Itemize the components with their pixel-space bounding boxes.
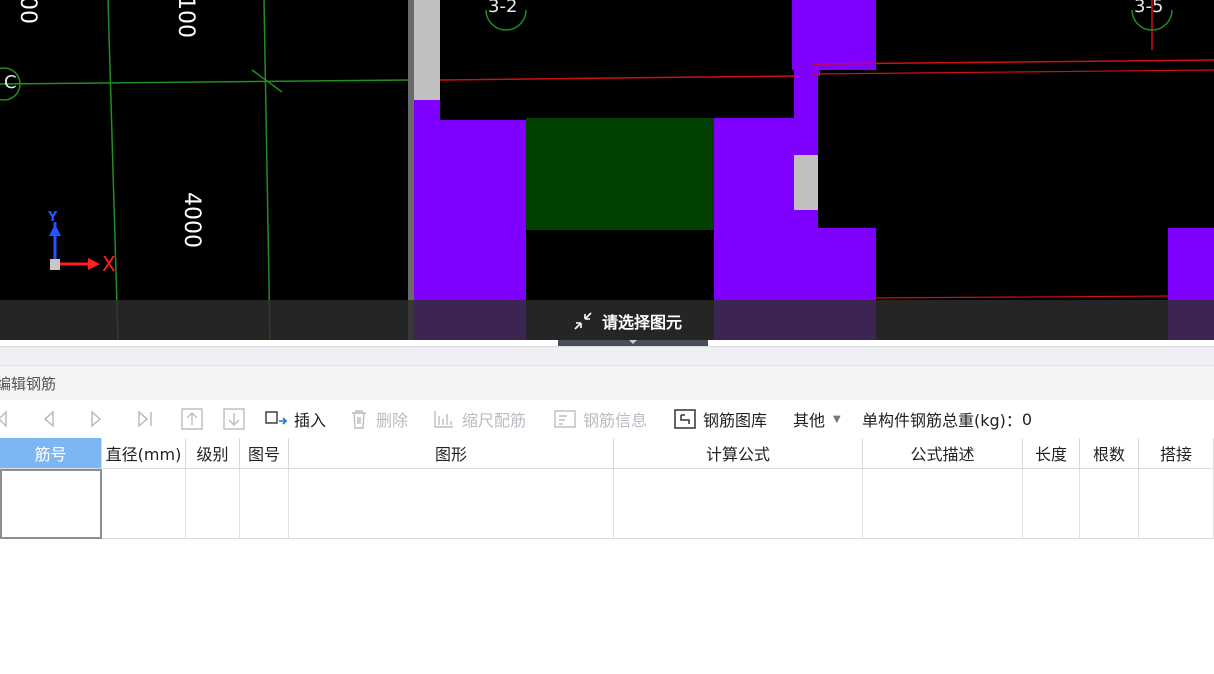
table-cell-shape[interactable]: [289, 469, 614, 539]
column-header-label: 计算公式: [705, 445, 770, 464]
rebar-info-label: 钢筋信息: [583, 411, 648, 430]
first-record-button[interactable]: [0, 400, 10, 438]
table-cell-formula-desc[interactable]: [863, 469, 1023, 539]
column-header-bar-no[interactable]: 筋号: [0, 438, 102, 469]
total-weight-label: 单构件钢筋总重(kg)：: [862, 411, 1022, 430]
cad-drawing: [0, 0, 1214, 340]
dimension-label-top: 100: [173, 0, 198, 38]
column-header-formula-desc[interactable]: 公式描述: [863, 438, 1023, 469]
trash-icon: [352, 410, 366, 429]
insert-icon: [265, 411, 288, 425]
dimension-label-span: 4000: [179, 192, 204, 248]
panel-title: 编辑钢筋: [0, 375, 57, 393]
other-label: 其他: [793, 411, 826, 430]
panel-divider: [0, 346, 1214, 365]
table-cell-diameter[interactable]: [102, 469, 186, 539]
column-header-formula[interactable]: 计算公式: [614, 438, 863, 469]
total-weight-readout: 单构件钢筋总重(kg)： 0: [862, 400, 1032, 438]
rebar-info-icon: [554, 410, 576, 428]
first-icon: [0, 410, 7, 428]
move-up-icon: [181, 408, 203, 430]
table-cell-bar-no[interactable]: [0, 469, 102, 539]
column-header-count[interactable]: 根数: [1080, 438, 1139, 469]
table-cell-formula[interactable]: [614, 469, 863, 539]
rebar-info-button[interactable]: 钢筋信息: [553, 400, 647, 438]
column-header-label: 图号: [247, 445, 280, 464]
next-icon: [91, 410, 102, 428]
table-cell-grade[interactable]: [186, 469, 240, 539]
column-header-lap[interactable]: 搭接: [1139, 438, 1214, 469]
delete-label: 删除: [376, 411, 409, 430]
rebar-library-button[interactable]: 钢筋图库: [673, 400, 767, 438]
rebar-toolbar: 插入 删除 缩尺配筋 钢筋信息 钢筋图库 其他 ▼ 单构件钢筋总重(kg)： 0: [0, 400, 1214, 438]
scale-rebar-icon: [434, 411, 453, 428]
other-dropdown[interactable]: 其他 ▼: [793, 400, 841, 438]
prev-icon: [43, 410, 54, 428]
column-header-label: 根数: [1092, 445, 1125, 464]
column-header-label: 搭接: [1159, 445, 1192, 464]
column-header-diameter[interactable]: 直径(mm): [102, 438, 186, 469]
table-cell-lap[interactable]: [1139, 469, 1214, 539]
column-header-shape-no[interactable]: 图号: [240, 438, 289, 469]
column-header-label: 长度: [1034, 445, 1067, 464]
previous-record-button[interactable]: [42, 400, 56, 438]
column-header-shape[interactable]: 图形: [289, 438, 614, 469]
column-header-grade[interactable]: 级别: [186, 438, 240, 469]
last-record-button[interactable]: [136, 400, 156, 438]
insert-button[interactable]: 插入: [264, 400, 326, 438]
scale-rebar-button[interactable]: 缩尺配筋: [432, 400, 526, 438]
rebar-library-icon: [674, 409, 696, 429]
shrink-arrows-icon: [574, 312, 592, 330]
last-icon: [138, 410, 152, 428]
insert-label: 插入: [294, 411, 327, 430]
column-header-label: 级别: [196, 445, 229, 464]
move-down-icon: [223, 408, 245, 430]
delete-button[interactable]: 删除: [348, 400, 408, 438]
scale-rebar-label: 缩尺配筋: [462, 411, 527, 430]
column-header-label: 图形: [434, 445, 467, 464]
dimension-label-top-left: 00: [15, 0, 40, 24]
chevron-down-icon: ▼: [833, 413, 841, 425]
column-header-label: 直径(mm): [105, 445, 182, 464]
column-header-length[interactable]: 长度: [1023, 438, 1080, 469]
move-up-button[interactable]: [180, 400, 204, 438]
rebar-table: 筋号 直径(mm) 级别 图号 图形 计算公式 公式描述 长度 根数 搭接: [0, 438, 1214, 540]
axis-tag-3-2: 3-2: [488, 0, 518, 17]
panel-header: 编辑钢筋: [0, 365, 1214, 401]
axis-tag-3-5: 3-5: [1134, 0, 1164, 17]
cad-viewport[interactable]: 00 100 4000 C 3-2 3-5 Y X: [0, 0, 1214, 340]
column-header-label: 公式描述: [910, 445, 975, 464]
next-record-button[interactable]: [89, 400, 103, 438]
rebar-library-label: 钢筋图库: [703, 411, 768, 430]
column-header-label: 筋号: [34, 445, 67, 464]
total-weight-value: 0: [1021, 409, 1033, 429]
table-cell-count[interactable]: [1080, 469, 1139, 539]
axis-x-label: X: [102, 252, 116, 276]
status-message-text: 请选择图元: [602, 313, 683, 332]
axis-y-label: Y: [48, 210, 58, 225]
table-cell-length[interactable]: [1023, 469, 1080, 539]
axis-tag-c: C: [4, 72, 17, 93]
table-cell-shape-no[interactable]: [240, 469, 289, 539]
status-message[interactable]: 请选择图元: [572, 308, 682, 334]
move-down-button[interactable]: [222, 400, 246, 438]
